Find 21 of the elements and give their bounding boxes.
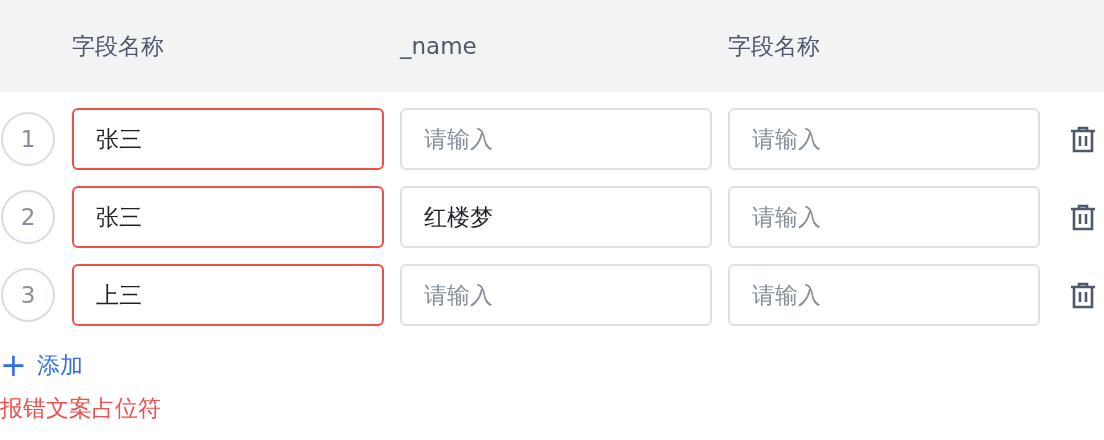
- delete-icon[interactable]: [1070, 125, 1096, 153]
- delete-icon[interactable]: [1070, 281, 1096, 309]
- row-number: 3: [1, 268, 55, 322]
- input-field[interactable]: 请输入: [400, 264, 712, 326]
- input-field[interactable]: 请输入: [728, 264, 1040, 326]
- row-number: 1: [1, 112, 55, 166]
- input-field[interactable]: 张三: [72, 186, 384, 248]
- input-field[interactable]: 请输入: [400, 108, 712, 170]
- input-field[interactable]: 张三: [72, 108, 384, 170]
- input-field[interactable]: 红楼梦: [400, 186, 712, 248]
- row-number: 2: [1, 190, 55, 244]
- error-message: 报错文案占位符: [0, 393, 162, 423]
- add-button[interactable]: + 添加: [0, 348, 83, 383]
- input-field[interactable]: 请输入: [728, 186, 1040, 248]
- column-header: 字段名称: [72, 31, 165, 61]
- column-header: _name: [400, 31, 478, 61]
- column-header: 字段名称: [728, 31, 821, 61]
- plus-icon: +: [0, 349, 27, 382]
- delete-icon[interactable]: [1070, 203, 1096, 231]
- input-field[interactable]: 请输入: [728, 108, 1040, 170]
- input-field[interactable]: 上三: [72, 264, 384, 326]
